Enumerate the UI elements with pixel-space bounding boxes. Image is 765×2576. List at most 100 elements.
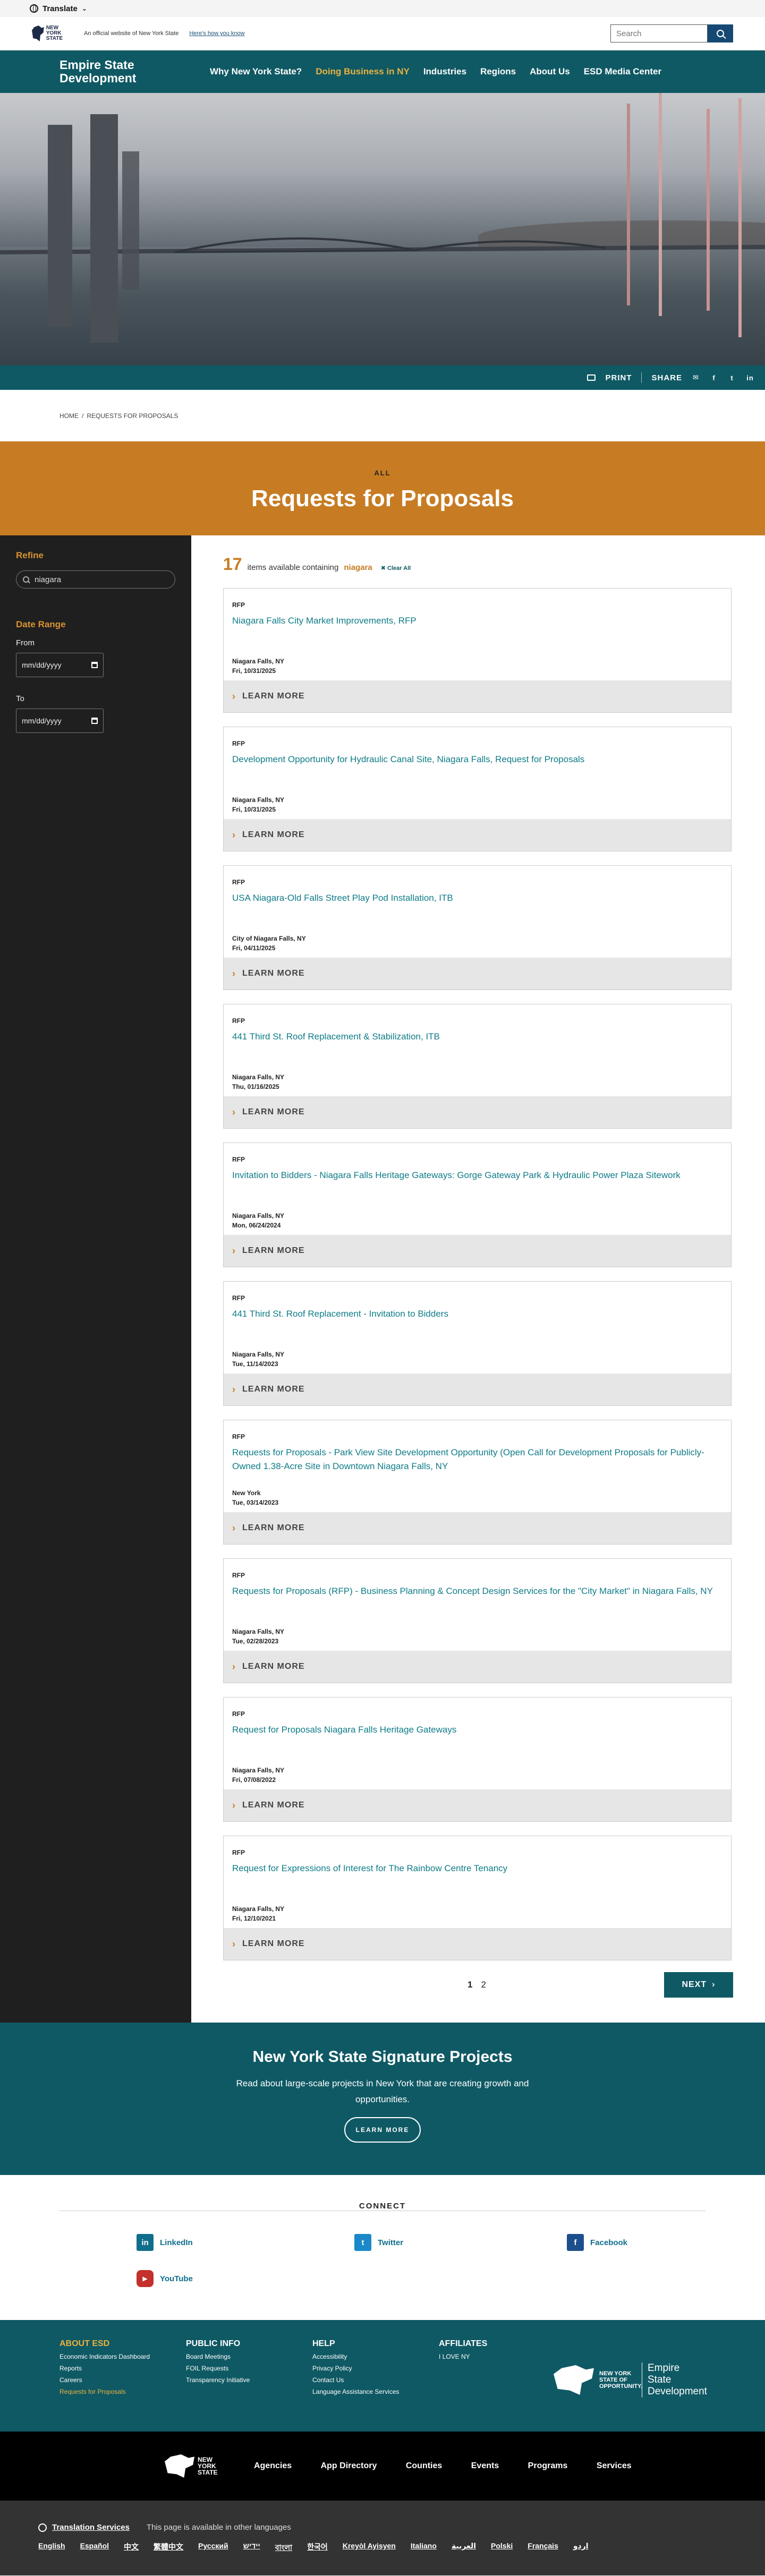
footer-link[interactable]: Economic Indicators Dashboard [60,2353,186,2360]
language-link[interactable]: Русский [198,2541,228,2554]
facebook-icon[interactable]: f [710,374,718,382]
calendar-icon[interactable] [91,718,98,724]
search-icon [23,576,29,583]
refine-search-input[interactable]: niagara [16,570,175,588]
language-link[interactable]: 繁體中文 [154,2541,183,2554]
clear-all-button[interactable]: ✖ Clear All [381,565,411,572]
footer-link[interactable]: Careers [60,2376,186,2384]
learn-more-toggle[interactable]: › LEARN MORE [224,1789,731,1821]
footer-link-active[interactable]: Requests for Proposals [60,2388,186,2395]
results-text: items available containing [247,563,339,572]
learn-more-toggle[interactable]: › LEARN MORE [224,958,731,990]
card-title-link[interactable]: USA Niagara-Old Falls Street Play Pod In… [232,891,721,905]
footer-link[interactable]: Accessibility [312,2353,439,2360]
card-title-link[interactable]: Requests for Proposals (RFP) - Business … [232,1584,721,1598]
nav-media-center[interactable]: ESD Media Center [577,66,668,77]
how-you-know-link[interactable]: Here's how you know [189,30,244,37]
footer-counties-link[interactable]: Counties [406,2461,442,2470]
facebook-link[interactable]: f Facebook [567,2234,726,2251]
card-title-link[interactable]: Niagara Falls City Market Improvements, … [232,614,721,628]
chevron-right-icon: › [232,1384,236,1395]
linkedin-icon[interactable]: in [746,374,754,382]
page-1[interactable]: 1 [468,1980,472,1990]
nys-logo[interactable]: NEW YORK STATE [32,25,74,41]
calendar-icon[interactable] [91,662,98,668]
language-footer: Translation Services This page is availa… [0,2501,765,2575]
learn-more-toggle[interactable]: › LEARN MORE [224,1374,731,1405]
footer-services-link[interactable]: Services [597,2461,632,2470]
translate-label[interactable]: Translate [42,4,78,13]
language-link[interactable]: 한국어 [307,2541,328,2554]
language-link[interactable]: اردو [573,2541,589,2554]
to-date-input[interactable]: mm/dd/yyyy [16,709,104,733]
footer-agencies-link[interactable]: Agencies [254,2461,292,2470]
nav-regions[interactable]: Regions [473,66,523,77]
next-page-button[interactable]: NEXT › [664,1972,733,1998]
footer-events-link[interactable]: Events [471,2461,499,2470]
language-link[interactable]: Français [528,2541,558,2554]
footer-programs-link[interactable]: Programs [528,2461,568,2470]
footer-link[interactable]: Contact Us [312,2376,439,2384]
card-title-link[interactable]: 441 Third St. Roof Replacement & Stabili… [232,1030,721,1044]
learn-more-toggle[interactable]: › LEARN MORE [224,1651,731,1683]
page-2[interactable]: 2 [481,1980,486,1990]
crane-4 [738,98,742,337]
card-title-link[interactable]: Requests for Proposals - Park View Site … [232,1446,721,1473]
footer-link[interactable]: I LOVE NY [439,2353,565,2360]
esd-footer-logo[interactable]: NEW YORK STATE OF OPPORTUNITY. Empire St… [554,2362,707,2398]
footer-link[interactable]: Language Assistance Services [312,2388,439,2395]
card-title-link[interactable]: Request for Proposals Niagara Falls Heri… [232,1723,721,1737]
search-input[interactable] [610,24,708,42]
nav-about-us[interactable]: About Us [523,66,577,77]
card-title-link[interactable]: Request for Expressions of Interest for … [232,1862,721,1875]
page-kicker: ALL [374,469,391,477]
language-link[interactable]: العربية [452,2541,476,2554]
language-link[interactable]: Italiano [411,2541,437,2554]
chevron-right-icon: › [232,1938,236,1949]
learn-more-toggle[interactable]: › LEARN MORE [224,1512,731,1544]
learn-more-label: LEARN MORE [242,969,305,978]
print-link[interactable]: PRINT [605,373,632,382]
language-link[interactable]: Polski [491,2541,513,2554]
nys-footer-logo[interactable]: NEW YORK STATE [165,2454,224,2478]
email-icon[interactable]: ✉ [692,373,700,381]
linkedin-link[interactable]: in LinkedIn [137,2234,354,2251]
social-links: in LinkedIn t Twitter f Facebook ▶ YouTu… [60,2234,706,2287]
translate-bar[interactable]: Translate ⌄ [0,0,765,17]
twitter-icon[interactable]: t [728,374,736,382]
footer-link[interactable]: FOIL Requests [186,2365,312,2372]
site-brand[interactable]: Empire State Development [60,58,203,85]
youtube-link[interactable]: ▶ YouTube [137,2270,354,2287]
learn-more-toggle[interactable]: › LEARN MORE [224,1096,731,1128]
footer-link[interactable]: Board Meetings [186,2353,312,2360]
language-link[interactable]: Español [80,2541,109,2554]
language-link[interactable]: বাংলা [275,2541,292,2554]
nav-doing-business[interactable]: Doing Business in NY [309,66,416,77]
from-date-input[interactable]: mm/dd/yyyy [16,653,104,677]
language-link[interactable]: 中文 [124,2541,139,2554]
translation-services-link[interactable]: Translation Services [52,2523,130,2532]
footer-link[interactable]: Reports [60,2365,186,2372]
learn-more-toggle[interactable]: › LEARN MORE [224,1928,731,1960]
footer-app-directory-link[interactable]: App Directory [321,2461,377,2470]
learn-more-toggle[interactable]: › LEARN MORE [224,819,731,851]
breadcrumb-current: REQUESTS FOR PROPOSALS [87,412,178,420]
breadcrumb-home[interactable]: HOME [60,412,79,420]
nav-why-nys[interactable]: Why New York State? [203,66,309,77]
card-title-link[interactable]: 441 Third St. Roof Replacement - Invitat… [232,1307,721,1321]
connect-section: CONNECT in LinkedIn t Twitter f Facebook… [0,2175,765,2320]
learn-more-toggle[interactable]: › LEARN MORE [224,680,731,712]
card-title-link[interactable]: Invitation to Bidders - Niagara Falls He… [232,1168,721,1182]
signature-learn-more-button[interactable]: LEARN MORE [344,2117,421,2143]
language-link[interactable]: Kreyòl Ayisyen [343,2541,396,2554]
search-button[interactable] [708,24,733,42]
footer-link[interactable]: Privacy Policy [312,2365,439,2372]
language-link[interactable]: יידיש [243,2541,260,2554]
language-link[interactable]: English [38,2541,65,2554]
learn-more-toggle[interactable]: › LEARN MORE [224,1235,731,1267]
card-title-link[interactable]: Development Opportunity for Hydraulic Ca… [232,753,721,766]
nav-industries[interactable]: Industries [416,66,473,77]
footer-link[interactable]: Transparency Initiative [186,2376,312,2384]
breadcrumb-separator: / [82,412,84,420]
twitter-link[interactable]: t Twitter [354,2234,567,2251]
